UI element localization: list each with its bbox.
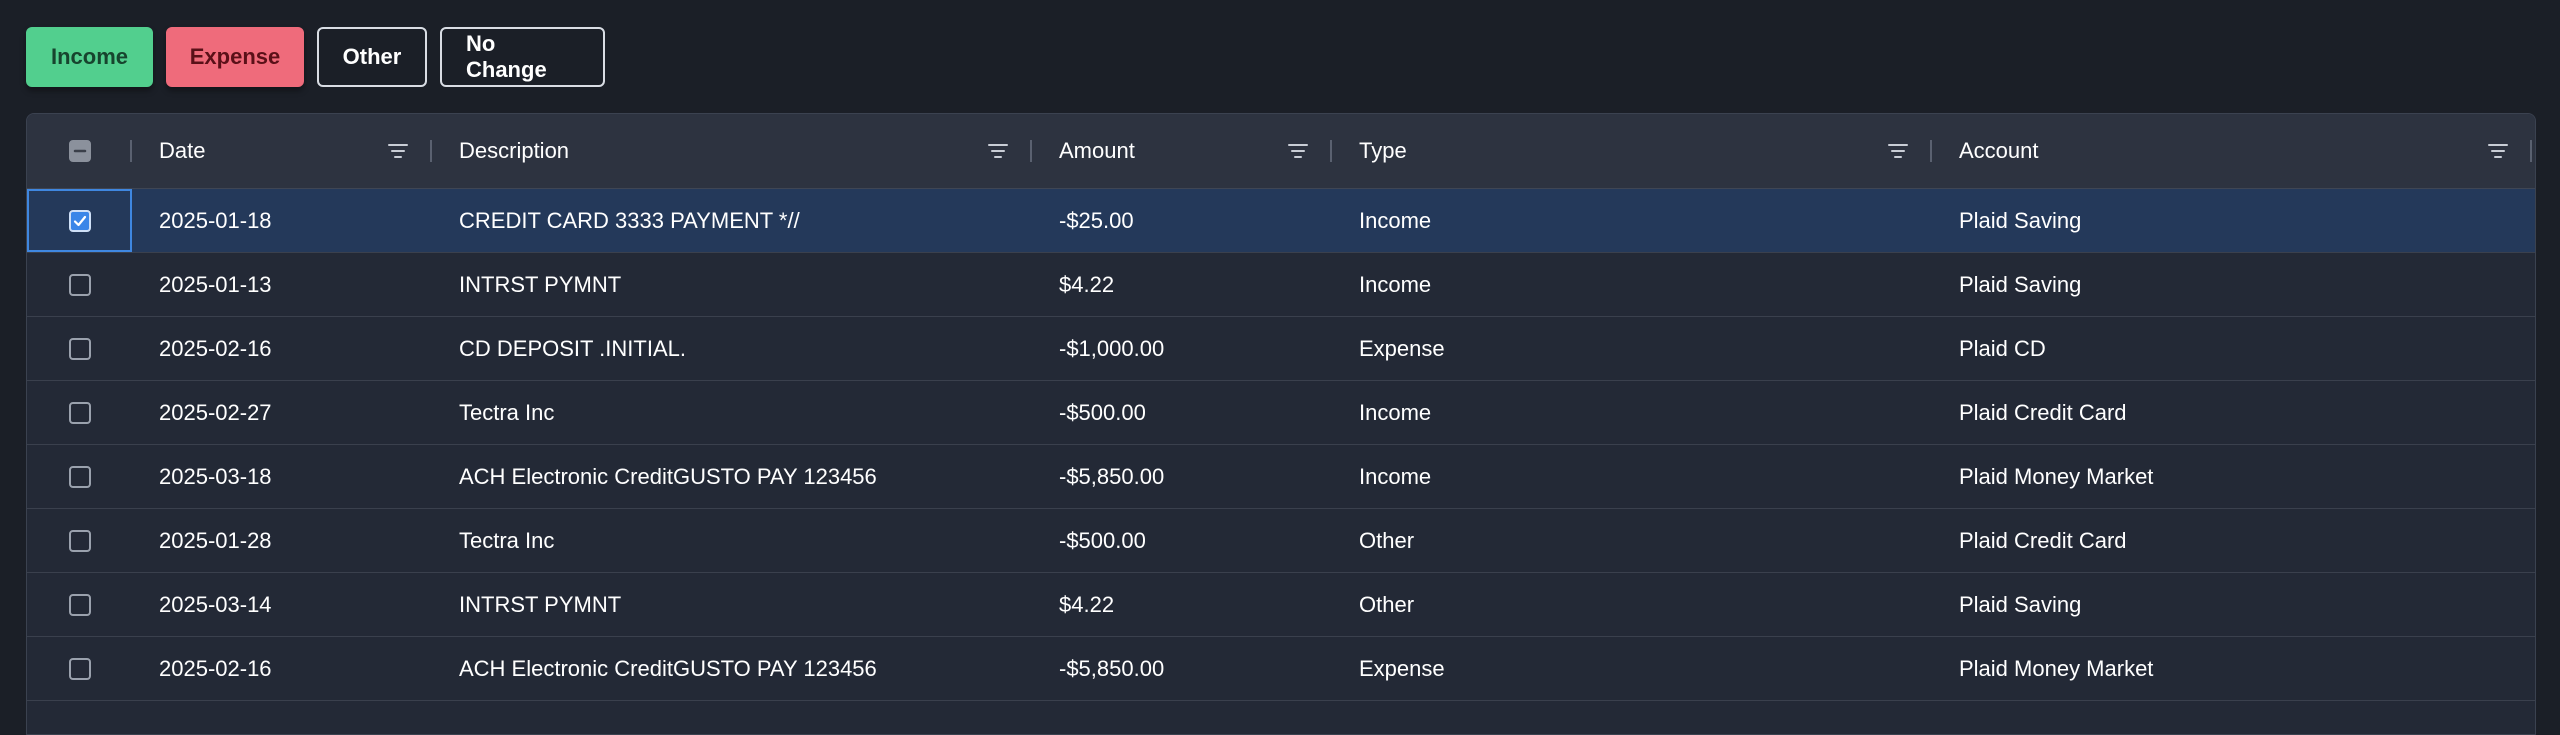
filter-icon[interactable] bbox=[2487, 140, 2509, 162]
select-all-checkbox[interactable] bbox=[68, 140, 91, 162]
cell-type: Other bbox=[1359, 591, 1415, 617]
row-checkbox[interactable] bbox=[68, 465, 91, 488]
cell-amount: -$500.00 bbox=[1059, 527, 1146, 553]
cell-date: 2025-03-18 bbox=[159, 463, 272, 489]
cell-description: Tectra Inc bbox=[459, 399, 555, 425]
transactions-grid: Date Description Amount Type Account 202… bbox=[26, 113, 2536, 735]
row-checkbox-cell bbox=[27, 381, 132, 444]
cell-date: 2025-01-13 bbox=[159, 271, 272, 297]
cell-type: Income bbox=[1359, 271, 1432, 297]
table-row[interactable]: 2025-02-16 ACH Electronic CreditGUSTO PAY… bbox=[27, 637, 2535, 701]
cell-account: Plaid Money Market bbox=[1959, 463, 2154, 489]
cell-date: 2025-02-27 bbox=[159, 399, 272, 425]
cell-date: 2025-01-18 bbox=[159, 207, 272, 233]
row-checkbox-cell bbox=[27, 573, 132, 636]
row-checkbox-cell bbox=[27, 317, 132, 380]
cell-description: CREDIT CARD 3333 PAYMENT *// bbox=[459, 207, 800, 233]
column-header-description[interactable]: Description bbox=[459, 114, 569, 188]
table-row[interactable]: 2025-03-14 INTRST PYMNT $4.22 Other Plaid Sa… bbox=[27, 573, 2535, 637]
column-header-account[interactable]: Account bbox=[1959, 114, 2039, 188]
header-checkbox-cell bbox=[27, 114, 132, 188]
cell-account: Plaid Money Market bbox=[1959, 655, 2154, 681]
column-separator[interactable] bbox=[430, 140, 432, 162]
cell-type: Income bbox=[1359, 399, 1432, 425]
column-separator[interactable] bbox=[1930, 140, 1932, 162]
cell-type: Other bbox=[1359, 527, 1415, 553]
table-row[interactable]: 2025-02-16 CD DEPOSIT .INITIAL. -$1,000.00… bbox=[27, 317, 2535, 381]
cell-description: ACH Electronic CreditGUSTO PAY 123456 bbox=[459, 463, 877, 489]
cell-date: 2025-02-16 bbox=[159, 335, 272, 361]
column-header-type[interactable]: Type bbox=[1359, 114, 1407, 188]
cell-description: Tectra Inc bbox=[459, 527, 555, 553]
cell-description: INTRST PYMNT bbox=[459, 271, 622, 297]
column-separator[interactable] bbox=[1030, 140, 1032, 162]
grid-header: Date Description Amount Type Account bbox=[27, 114, 2535, 189]
cell-account: Plaid Credit Card bbox=[1959, 399, 2127, 425]
filter-icon[interactable] bbox=[1887, 140, 1909, 162]
type-toolbar: Income Expense Other No Change bbox=[26, 27, 605, 87]
table-row[interactable]: 2025-01-18 CREDIT CARD 3333 PAYMENT *// -$… bbox=[27, 189, 2535, 253]
row-checkbox[interactable] bbox=[68, 593, 91, 616]
checkmark-icon bbox=[73, 215, 86, 226]
cell-type: Income bbox=[1359, 207, 1432, 233]
table-row[interactable]: 2025-01-28 Tectra Inc -$500.00 Other Plaid C… bbox=[27, 509, 2535, 573]
table-row[interactable]: 2025-02-27 Tectra Inc -$500.00 Income Plaid … bbox=[27, 381, 2535, 445]
cell-amount: -$500.00 bbox=[1059, 399, 1146, 425]
row-checkbox-cell bbox=[27, 509, 132, 572]
other-button[interactable]: Other bbox=[317, 27, 427, 87]
cell-amount: -$25.00 bbox=[1059, 207, 1134, 233]
column-separator[interactable] bbox=[1330, 140, 1332, 162]
row-checkbox-cell bbox=[27, 189, 132, 252]
row-checkbox[interactable] bbox=[68, 657, 91, 680]
row-checkbox[interactable] bbox=[68, 209, 91, 232]
cell-account: Plaid Saving bbox=[1959, 207, 2082, 233]
cell-description: INTRST PYMNT bbox=[459, 591, 622, 617]
row-checkbox-cell bbox=[27, 253, 132, 316]
cell-type: Income bbox=[1359, 463, 1432, 489]
filter-icon[interactable] bbox=[987, 140, 1009, 162]
cell-account: Plaid Saving bbox=[1959, 591, 2082, 617]
cell-type: Expense bbox=[1359, 655, 1445, 681]
cell-amount: -$1,000.00 bbox=[1059, 335, 1165, 361]
row-checkbox[interactable] bbox=[68, 273, 91, 296]
cell-amount: $4.22 bbox=[1059, 271, 1115, 297]
column-header-amount[interactable]: Amount bbox=[1059, 114, 1135, 188]
income-button[interactable]: Income bbox=[26, 27, 153, 87]
cell-amount: -$5,850.00 bbox=[1059, 463, 1165, 489]
row-checkbox[interactable] bbox=[68, 401, 91, 424]
filter-icon[interactable] bbox=[387, 140, 409, 162]
table-row[interactable]: 2025-03-18 ACH Electronic CreditGUSTO PAY… bbox=[27, 445, 2535, 509]
cell-description: ACH Electronic CreditGUSTO PAY 123456 bbox=[459, 655, 877, 681]
cell-account: Plaid CD bbox=[1959, 335, 2046, 361]
grid-body: 2025-01-18 CREDIT CARD 3333 PAYMENT *// -$… bbox=[27, 189, 2535, 701]
table-row[interactable]: 2025-01-13 INTRST PYMNT $4.22 Income Plaid S… bbox=[27, 253, 2535, 317]
cell-description: CD DEPOSIT .INITIAL. bbox=[459, 335, 686, 361]
row-checkbox[interactable] bbox=[68, 529, 91, 552]
expense-button[interactable]: Expense bbox=[166, 27, 304, 87]
cell-type: Expense bbox=[1359, 335, 1445, 361]
cell-account: Plaid Saving bbox=[1959, 271, 2082, 297]
cell-amount: -$5,850.00 bbox=[1059, 655, 1165, 681]
cell-account: Plaid Credit Card bbox=[1959, 527, 2127, 553]
row-checkbox-cell bbox=[27, 445, 132, 508]
cell-date: 2025-01-28 bbox=[159, 527, 272, 553]
row-checkbox[interactable] bbox=[68, 337, 91, 360]
column-header-date[interactable]: Date bbox=[159, 114, 205, 188]
cell-amount: $4.22 bbox=[1059, 591, 1115, 617]
filter-icon[interactable] bbox=[1287, 140, 1309, 162]
column-separator[interactable] bbox=[2530, 140, 2532, 162]
indeterminate-icon bbox=[73, 149, 86, 153]
cell-date: 2025-03-14 bbox=[159, 591, 272, 617]
row-checkbox-cell bbox=[27, 637, 132, 700]
cell-date: 2025-02-16 bbox=[159, 655, 272, 681]
column-separator[interactable] bbox=[130, 140, 132, 162]
no-change-button[interactable]: No Change bbox=[440, 27, 605, 87]
